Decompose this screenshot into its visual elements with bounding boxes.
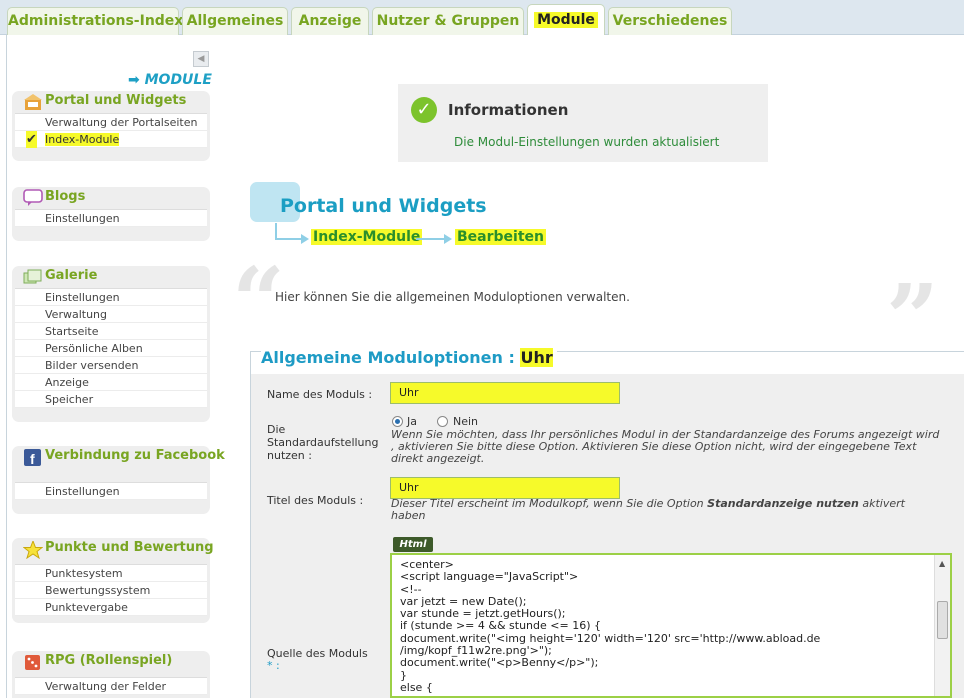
sidebar-item-galerie-speicher[interactable]: Speicher <box>15 391 207 408</box>
sidebar-box-galerie: Galerie Einstellungen Verwaltung Startse… <box>12 266 210 422</box>
sidebar-item-galerie-bilder-versenden[interactable]: Bilder versenden <box>15 357 207 374</box>
sidebar-box-title: Blogs <box>12 187 210 209</box>
breadcrumb-bearbeiten: Bearbeiten <box>455 229 546 245</box>
breadcrumb-connector <box>275 238 302 240</box>
sidebar-box-facebook: f Verbindung zu Facebook Einstellungen <box>12 446 225 514</box>
sidebar-box-portal: Portal und Widgets Verwaltung der Portal… <box>12 91 210 161</box>
default-label: Die Standardaufstellung nutzen : <box>267 423 379 462</box>
speech-bubble-icon <box>23 189 43 206</box>
tab-allgemeines[interactable]: Allgemeines <box>182 7 288 35</box>
html-editor-button[interactable]: Html <box>393 537 433 552</box>
svg-text:f: f <box>30 451 35 467</box>
sidebar-section-heading: ➡ MODULE <box>128 72 212 88</box>
source-label: Quelle des Moduls <box>267 647 368 660</box>
title-label: Titel des Moduls : <box>267 494 364 507</box>
title-hint-pre: Dieser Titel erscheint im Modulkopf, wen… <box>391 497 708 510</box>
admin-page: Administrations-Index Allgemeines Anzeig… <box>0 0 964 698</box>
photos-icon <box>23 269 42 284</box>
form-title: Allgemeine Moduloptionen : Uhr <box>261 348 557 367</box>
collapse-sidebar-button[interactable]: ◀ <box>193 51 209 67</box>
info-title: Informationen <box>448 101 569 119</box>
tab-administrations-index[interactable]: Administrations-Index <box>7 7 183 35</box>
tab-bar: Administrations-Index Allgemeines Anzeig… <box>0 0 964 36</box>
sidebar-item-galerie-startseite[interactable]: Startseite <box>15 323 207 340</box>
source-code: <center> <script language="JavaScript"> … <box>400 558 821 694</box>
module-name-field[interactable]: Uhr <box>390 382 620 404</box>
textarea-scrollbar[interactable]: ▲ <box>934 555 950 696</box>
tab-anzeige[interactable]: Anzeige <box>291 7 369 35</box>
checkmark-icon: ✔ <box>26 131 37 148</box>
form-title-value: Uhr <box>520 348 553 367</box>
tab-module[interactable]: Module <box>527 4 605 36</box>
facebook-icon: f <box>24 449 41 467</box>
tab-module-label: Module <box>534 12 598 28</box>
tab-nutzer-gruppen[interactable]: Nutzer & Gruppen <box>372 7 524 35</box>
module-title-field[interactable]: Uhr <box>390 477 620 499</box>
tab-verschiedenes[interactable]: Verschiedenes <box>608 7 732 35</box>
title-hint: Dieser Titel erscheint im Modulkopf, wen… <box>391 498 941 522</box>
sidebar-item-facebook-einstellungen[interactable]: Einstellungen <box>15 483 207 500</box>
radio-ja-label: Ja <box>407 415 417 428</box>
sidebar-item-index-module[interactable]: ✔ Index-Module <box>15 131 207 148</box>
info-message: Die Modul-Einstellungen wurden aktualisi… <box>454 135 720 149</box>
page-title: Portal und Widgets <box>280 195 487 217</box>
sidebar-box-title: f Verbindung zu Facebook <box>12 446 225 482</box>
sidebar-item-portalseiten[interactable]: Verwaltung der Portalseiten <box>15 114 207 131</box>
sidebar-item-blogs-einstellungen[interactable]: Einstellungen <box>15 210 207 227</box>
sidebar-item-galerie-verwaltung[interactable]: Verwaltung <box>15 306 207 323</box>
sidebar-box-title: Punkte und Bewertung <box>12 538 214 564</box>
portal-icon <box>24 94 42 110</box>
sidebar-item-label: Index-Module <box>45 133 120 146</box>
dice-icon <box>25 655 40 670</box>
intro-text: Hier können Sie die allgemeinen Modulopt… <box>275 290 630 304</box>
sidebar-box-title: Galerie <box>12 266 210 288</box>
sidebar-item-punktesystem[interactable]: Punktesystem <box>15 565 207 582</box>
radio-nein[interactable] <box>437 416 448 427</box>
sidebar-box-punkte: Punkte und Bewertung Punktesystem Bewert… <box>12 538 214 623</box>
sidebar-item-galerie-anzeige[interactable]: Anzeige <box>15 374 207 391</box>
breadcrumb-index-module[interactable]: Index-Module <box>311 229 423 245</box>
sidebar-box-title: RPG (Rollenspiel) <box>12 651 210 677</box>
arrow-right-icon <box>444 234 452 244</box>
default-hint: Wenn Sie möchten, dass Ihr persönliches … <box>391 428 940 465</box>
form-title-prefix: Allgemeine Moduloptionen : <box>261 348 521 367</box>
info-message-box: ✓ Informationen Die Modul-Einstellungen … <box>398 84 768 162</box>
title-hint-bold: Standardanzeige nutzen <box>707 497 859 510</box>
checkmark-icon: ✓ <box>411 97 437 123</box>
sidebar-item-punktevergabe[interactable]: Punktevergabe <box>15 599 207 616</box>
arrow-right-icon <box>301 234 309 244</box>
name-label: Name des Moduls : <box>267 388 373 401</box>
source-required-marker: * : <box>267 659 280 672</box>
sidebar-box-rpg: RPG (Rollenspiel) Verwaltung der Felder <box>12 651 210 698</box>
sidebar-item-galerie-alben[interactable]: Persönliche Alben <box>15 340 207 357</box>
sidebar-item-rpg-felder[interactable]: Verwaltung der Felder <box>15 678 207 695</box>
breadcrumb-connector <box>416 238 444 240</box>
scroll-thumb[interactable] <box>937 601 948 639</box>
sidebar-item-bewertungssystem[interactable]: Bewertungssystem <box>15 582 207 599</box>
sidebar-item-galerie-einstellungen[interactable]: Einstellungen <box>15 289 207 306</box>
module-source-textarea[interactable]: <center> <script language="JavaScript"> … <box>390 553 952 698</box>
sidebar-box-blogs: Blogs Einstellungen <box>12 187 210 241</box>
radio-ja[interactable] <box>392 416 403 427</box>
sidebar-box-title: Portal und Widgets <box>12 91 210 113</box>
scroll-up-icon[interactable]: ▲ <box>939 559 945 568</box>
radio-nein-label: Nein <box>453 415 479 428</box>
star-icon <box>23 541 43 559</box>
